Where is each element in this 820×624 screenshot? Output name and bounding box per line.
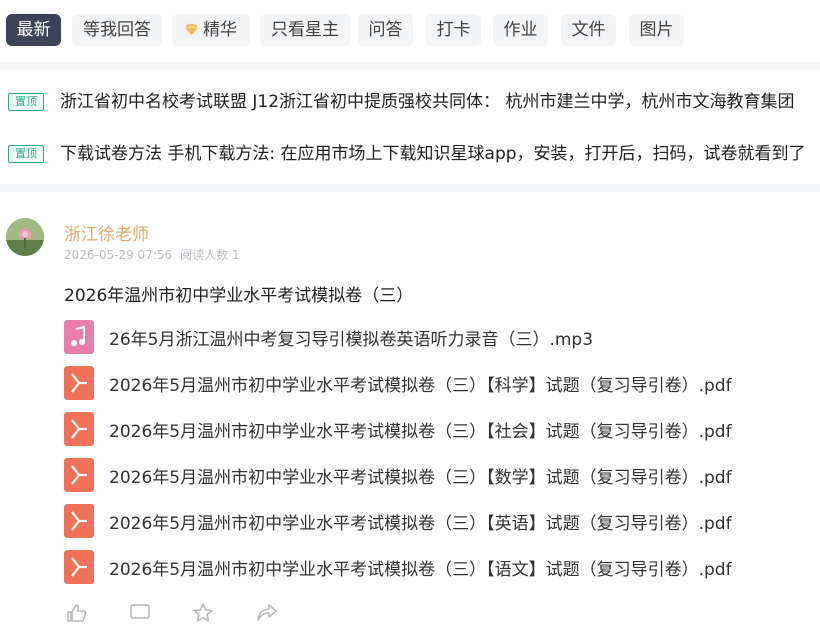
- comment-icon[interactable]: [129, 602, 151, 624]
- tab-featured[interactable]: 精华: [172, 14, 250, 46]
- file-name[interactable]: 2026年5月温州市初中学业水平考试模拟卷（三）【英语】试题（复习导引卷）.pd…: [109, 509, 732, 534]
- read-count: 阅读人数 1: [180, 248, 240, 262]
- file-attachment[interactable]: 2026年5月温州市初中学业水平考试模拟卷（三）【数学】试题（复习导引卷）.pd…: [64, 458, 814, 494]
- file-name[interactable]: 2026年5月温州市初中学业水平考试模拟卷（三）【社会】试题（复习导引卷）.pd…: [109, 417, 732, 442]
- tab-checkin[interactable]: 打卡: [426, 14, 481, 46]
- file-attachment[interactable]: 2026年5月温州市初中学业水平考试模拟卷（三）【社会】试题（复习导引卷）.pd…: [64, 412, 814, 448]
- file-name[interactable]: 2026年5月温州市初中学业水平考试模拟卷（三）【数学】试题（复习导引卷）.pd…: [109, 463, 732, 488]
- file-attachment[interactable]: 2026年5月温州市初中学业水平考试模拟卷（三）【科学】试题（复习导引卷）.pd…: [64, 366, 814, 402]
- filter-tab-bar: 最新 等我回答 精华 只看星主 问答 打卡 作业 文件 图片: [0, 0, 820, 62]
- tab-latest[interactable]: 最新: [6, 14, 61, 46]
- tab-images[interactable]: 图片: [629, 14, 684, 46]
- gem-icon: [185, 23, 198, 36]
- pinned-post[interactable]: 置顶 下载试卷方法 手机下载方法: 在应用市场上下载知识星球app，安装，打开后…: [0, 130, 820, 178]
- pinned-post[interactable]: 置顶 浙江省初中名校考试联盟 J12浙江省初中提质强校共同体： 杭州市建兰中学，…: [0, 78, 820, 126]
- section-divider: [0, 184, 820, 192]
- file-attachment[interactable]: 2026年5月温州市初中学业水平考试模拟卷（三）【英语】试题（复习导引卷）.pd…: [64, 504, 814, 540]
- favorite-icon[interactable]: [192, 602, 214, 624]
- file-attachment[interactable]: 2026年5月温州市初中学业水平考试模拟卷（三）【语文】试题（复习导引卷）.pd…: [64, 550, 814, 586]
- file-attachment[interactable]: 26年5月浙江温州中考复习导引模拟卷英语听力录音（三）.mp3: [64, 320, 814, 356]
- tab-featured-label: 精华: [203, 20, 237, 40]
- tab-waiting-answer[interactable]: 等我回答: [72, 14, 162, 46]
- post-title: 2026年温州市初中学业水平考试模拟卷（三）: [64, 286, 414, 306]
- pinned-post-text[interactable]: 浙江省初中名校考试联盟 J12浙江省初中提质强校共同体： 杭州市建兰中学，杭州市…: [60, 78, 794, 126]
- like-icon[interactable]: [66, 602, 88, 624]
- author-name[interactable]: 浙江徐老师: [64, 220, 149, 245]
- pdf-file-icon: [64, 458, 94, 492]
- tab-files[interactable]: 文件: [561, 14, 616, 46]
- section-divider: [0, 62, 820, 70]
- avatar-image: [6, 218, 44, 256]
- avatar[interactable]: [6, 218, 44, 256]
- file-name[interactable]: 2026年5月温州市初中学业水平考试模拟卷（三）【科学】试题（复习导引卷）.pd…: [109, 371, 732, 396]
- tab-qa[interactable]: 问答: [358, 14, 413, 46]
- pdf-file-icon: [64, 366, 94, 400]
- pinned-post-text[interactable]: 下载试卷方法 手机下载方法: 在应用市场上下载知识星球app，安装，打开后，扫码…: [60, 130, 806, 178]
- pdf-file-icon: [64, 412, 94, 446]
- tab-owner-only[interactable]: 只看星主: [260, 14, 350, 46]
- pinned-badge: 置顶: [8, 145, 44, 163]
- pinned-badge: 置顶: [8, 93, 44, 111]
- pdf-file-icon: [64, 504, 94, 538]
- post-actions: [0, 596, 820, 622]
- share-icon[interactable]: [256, 602, 278, 624]
- file-name[interactable]: 2026年5月温州市初中学业水平考试模拟卷（三）【语文】试题（复习导引卷）.pd…: [109, 555, 732, 580]
- post-meta: 2026-05-29 07:56 阅读人数 1: [64, 246, 240, 263]
- post-timestamp: 2026-05-29 07:56: [64, 248, 173, 262]
- audio-file-icon: [64, 320, 94, 354]
- pdf-file-icon: [64, 550, 94, 584]
- tab-homework[interactable]: 作业: [493, 14, 548, 46]
- file-name[interactable]: 26年5月浙江温州中考复习导引模拟卷英语听力录音（三）.mp3: [109, 325, 593, 350]
